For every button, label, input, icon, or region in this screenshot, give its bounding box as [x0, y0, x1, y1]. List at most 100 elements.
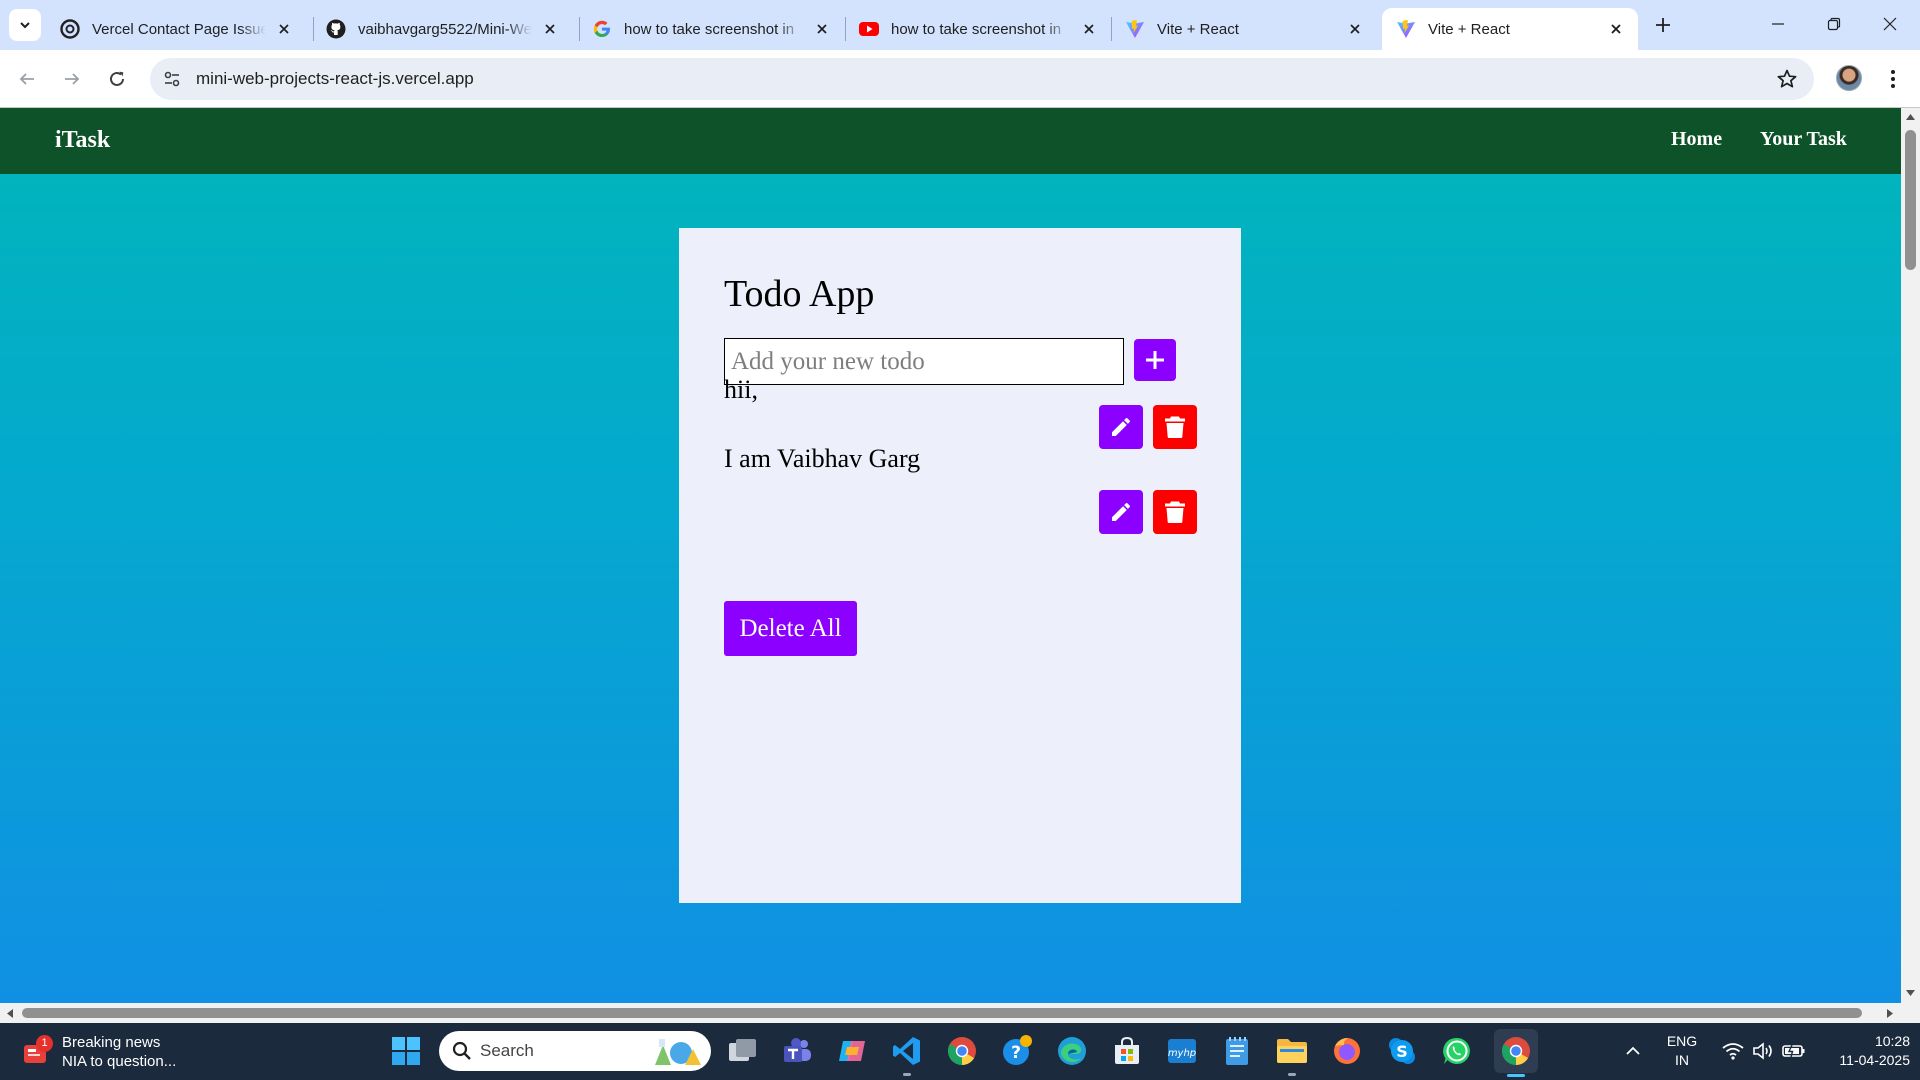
edge-app[interactable] [1055, 1034, 1089, 1068]
search-highlight-icon [655, 1039, 701, 1065]
scroll-left-icon[interactable] [5, 1008, 15, 1019]
bookmark-star-icon[interactable] [1776, 68, 1798, 90]
tab-search-button[interactable] [9, 9, 41, 41]
teams-icon [784, 1038, 811, 1062]
close-icon[interactable] [1345, 19, 1365, 39]
close-icon[interactable] [274, 19, 294, 39]
myhp-app[interactable]: myhp [1165, 1034, 1199, 1068]
forward-button[interactable] [56, 63, 88, 95]
page-title: Todo App [724, 273, 875, 315]
file-explorer-app[interactable] [1275, 1034, 1309, 1076]
close-icon[interactable] [540, 19, 560, 39]
app-active-indicator [1507, 1074, 1525, 1077]
plus-icon [1656, 18, 1670, 32]
tab-1[interactable]: Vercel Contact Page Issue [46, 8, 306, 50]
app-running-indicator [1288, 1073, 1296, 1076]
delete-all-button[interactable]: Delete All [724, 601, 857, 656]
profile-avatar[interactable] [1836, 65, 1862, 91]
clock-time: 10:28 [1874, 1033, 1910, 1049]
chrome-icon [947, 1037, 976, 1066]
copilot-app[interactable] [835, 1034, 869, 1068]
todo-item-text: hii, [724, 375, 758, 404]
language-indicator[interactable]: ENG IN [1660, 1032, 1704, 1070]
back-button[interactable] [11, 63, 43, 95]
news-widget[interactable]: 1 Breaking news NIA to question... [22, 1033, 176, 1071]
delete-todo-button[interactable] [1153, 405, 1197, 449]
url-text: mini-web-projects-react-js.vercel.app [196, 69, 474, 88]
tab-6-active[interactable]: Vite + React [1382, 8, 1638, 50]
tab-4[interactable]: how to take screenshot in [845, 8, 1111, 50]
tab-title: how to take screenshot in [624, 20, 795, 38]
close-icon[interactable] [812, 19, 832, 39]
site-brand[interactable]: iTask [55, 127, 110, 154]
windows-taskbar: 1 Breaking news NIA to question... Searc… [0, 1023, 1920, 1080]
firefox-app[interactable] [1330, 1034, 1364, 1068]
github-icon [326, 19, 346, 39]
horizontal-scrollbar[interactable] [0, 1003, 1901, 1023]
whatsapp-icon [1443, 1037, 1470, 1064]
arrow-right-icon [65, 73, 80, 85]
whatsapp-app[interactable] [1440, 1034, 1474, 1068]
chevron-up-icon [1626, 1046, 1640, 1055]
chrome-app-active[interactable] [1494, 1029, 1538, 1077]
todo-item-text: I am Vaibhav Garg [724, 444, 921, 473]
close-window-button[interactable] [1862, 0, 1918, 48]
address-bar[interactable]: mini-web-projects-react-js.vercel.app [150, 58, 1814, 100]
tab-3[interactable]: how to take screenshot in [578, 8, 844, 50]
store-icon [1115, 1036, 1139, 1064]
system-tray-status[interactable] [1712, 1034, 1816, 1068]
svg-text:myhp: myhp [1168, 1048, 1196, 1059]
new-todo-input[interactable] [724, 338, 1124, 385]
browser-menu-button[interactable] [1880, 65, 1906, 93]
scroll-up-icon[interactable] [1905, 112, 1916, 122]
vscode-icon [893, 1037, 920, 1065]
start-button[interactable] [389, 1034, 423, 1068]
vertical-scroll-thumb[interactable] [1905, 130, 1916, 270]
edit-todo-button[interactable] [1099, 405, 1143, 449]
firefox-icon [1334, 1038, 1360, 1064]
search-icon [452, 1041, 471, 1060]
taskbar-search[interactable]: Search [439, 1031, 711, 1071]
store-app[interactable] [1110, 1034, 1144, 1068]
skype-app[interactable]: S [1385, 1034, 1419, 1068]
add-todo-button[interactable] [1134, 339, 1176, 381]
news-badge: 1 [36, 1035, 53, 1052]
tab-2[interactable]: vaibhavgarg5522/Mini-We [312, 8, 572, 50]
teams-app[interactable] [780, 1034, 814, 1068]
scroll-right-icon[interactable] [1885, 1008, 1895, 1019]
wifi-icon [1722, 1043, 1744, 1060]
close-icon[interactable] [1079, 19, 1099, 39]
windows-logo-icon [392, 1037, 420, 1065]
horizontal-scroll-thumb[interactable] [22, 1008, 1862, 1018]
notepad-app[interactable] [1220, 1034, 1254, 1068]
tab-5[interactable]: Vite + React [1111, 8, 1377, 50]
nav-link-your-task[interactable]: Your Task [1760, 128, 1847, 151]
site-navbar: iTask Home Your Task [0, 108, 1901, 174]
region-code: IN [1675, 1052, 1689, 1068]
vertical-scrollbar[interactable] [1901, 108, 1920, 1003]
new-tab-button[interactable] [1650, 12, 1676, 38]
edit-todo-button[interactable] [1099, 490, 1143, 534]
google-icon [592, 19, 612, 39]
site-settings-icon[interactable] [162, 69, 182, 89]
chevron-down-icon [20, 22, 30, 29]
close-icon [1883, 17, 1897, 31]
clock-date: 11-04-2025 [1839, 1052, 1910, 1068]
search-label: Search [480, 1041, 534, 1060]
minimize-button[interactable] [1750, 0, 1806, 48]
vscode-app[interactable] [890, 1034, 924, 1076]
show-hidden-icons-button[interactable] [1616, 1034, 1650, 1068]
chrome-app[interactable] [945, 1034, 979, 1068]
restore-button[interactable] [1806, 0, 1862, 48]
nav-link-home[interactable]: Home [1671, 128, 1722, 151]
task-view-button[interactable] [726, 1034, 760, 1068]
scroll-down-icon[interactable] [1905, 988, 1916, 998]
delete-todo-button[interactable] [1153, 490, 1197, 534]
clock[interactable]: 10:28 11-04-2025 [1810, 1032, 1910, 1070]
trash-icon [1165, 501, 1185, 523]
pencil-icon [1112, 417, 1130, 436]
help-app[interactable]: ? [1000, 1034, 1034, 1068]
close-icon[interactable] [1606, 19, 1626, 39]
svg-text:?: ? [1011, 1043, 1021, 1063]
reload-button[interactable] [101, 63, 133, 95]
